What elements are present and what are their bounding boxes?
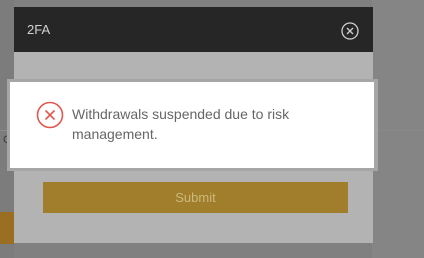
error-toast: Withdrawals suspended due to risk manage… (10, 82, 374, 168)
background-button-edge (0, 212, 14, 244)
background-panel-right (372, 0, 424, 258)
close-icon[interactable] (341, 22, 359, 40)
submit-button[interactable]: Submit (43, 182, 348, 213)
modal-header: 2FA (14, 7, 373, 52)
error-icon (36, 101, 64, 129)
toast-message: Withdrawals suspended due to risk manage… (72, 106, 290, 142)
modal-title: 2FA (27, 22, 51, 37)
